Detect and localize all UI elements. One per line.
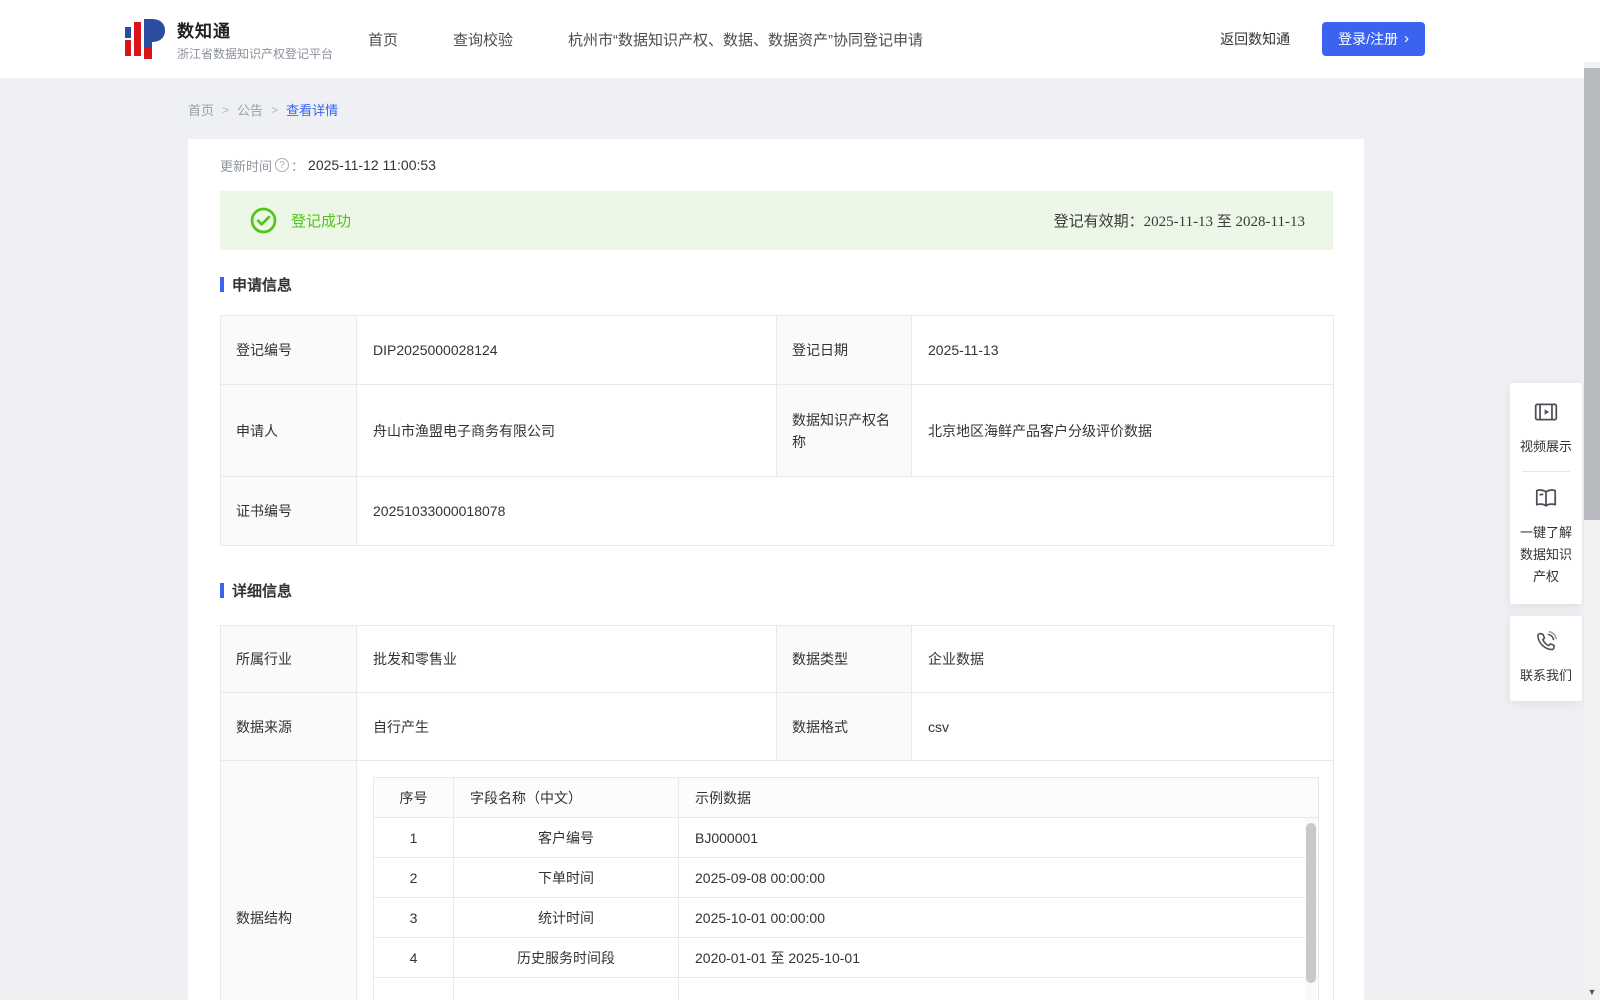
phone-icon	[1534, 630, 1558, 654]
guide-widget[interactable]: 一键了解数据知识产权	[1520, 485, 1572, 588]
brand-name: 数知通	[177, 21, 231, 41]
breadcrumb-separator: >	[271, 102, 279, 117]
accent-bar	[220, 277, 224, 292]
cell-sample: 2020-01-01 至 2025-10-01	[678, 937, 1319, 978]
cell-no: 1	[373, 817, 454, 858]
check-circle-icon	[250, 207, 277, 234]
nav-item-home[interactable]: 首页	[368, 29, 398, 50]
cert-no-value: 20251033000018078	[356, 476, 1334, 546]
table-row: 所属行业 批发和零售业 数据类型 企业数据	[220, 625, 1334, 693]
breadcrumb-separator: >	[222, 102, 230, 117]
industry-label: 所属行业	[220, 625, 357, 693]
video-widget[interactable]: 视频展示	[1520, 399, 1572, 458]
dip-name-value: 北京地区海鲜产品客户分级评价数据	[911, 384, 1334, 477]
table-row: 3 统计时间 2025-10-01 00:00:00	[373, 897, 1319, 938]
contact-widget-label: 联系我们	[1520, 668, 1573, 683]
applicant-label: 申请人	[220, 384, 357, 477]
success-banner: 登记成功 登记有效期：2025-11-13 至 2028-11-13	[220, 191, 1333, 250]
accent-bar	[220, 583, 224, 598]
nav-item-hangzhou-collab[interactable]: 杭州市“数据知识产权、数据、数据资产”协同登记申请	[568, 29, 923, 50]
data-type-value: 企业数据	[911, 625, 1334, 693]
cell-sample: 2025-09-08 00:00:00	[678, 857, 1319, 898]
registration-status-text: 登记成功	[291, 213, 352, 230]
update-time-colon: ：	[291, 158, 305, 174]
cell-field: 历史服务时间段	[453, 937, 679, 978]
section-title-detail: 详细信息	[220, 580, 1333, 601]
reg-date-label: 登记日期	[776, 315, 912, 385]
breadcrumb-item-announcement[interactable]: 公告	[237, 100, 263, 119]
video-widget-label: 视频展示	[1520, 439, 1573, 454]
detail-card: 更新时间 ? ： 2025-11-12 11:00:53 登记成功 登记有效期：…	[188, 139, 1364, 1000]
update-time-value: 2025-11-12 11:00:53	[308, 157, 436, 173]
page-scrollbar-thumb[interactable]	[1584, 68, 1600, 520]
help-icon[interactable]: ?	[275, 158, 290, 172]
brand: 数知通 浙江省数据知识产权登记平台	[125, 17, 333, 62]
top-header: 数知通 浙江省数据知识产权登记平台 首页 查询校验 杭州市“数据知识产权、数据、…	[0, 0, 1600, 78]
source-value: 自行产生	[356, 692, 777, 761]
structure-label: 数据结构	[220, 760, 357, 1000]
reg-no-label: 登记编号	[220, 315, 357, 385]
breadcrumb-item-detail[interactable]: 查看详情	[286, 100, 338, 119]
breadcrumb: 首页 > 公告 > 查看详情	[188, 100, 1600, 119]
breadcrumb-item-home[interactable]: 首页	[188, 100, 214, 119]
validity-value: 2025-11-13 至 2028-11-13	[1143, 214, 1305, 230]
applicant-value: 舟山市渔盟电子商务有限公司	[356, 384, 777, 477]
book-icon	[1533, 485, 1559, 511]
data-structure-table: 序号 字段名称（中文） 示例数据 1 客户编号 BJ000001 2 下单时间	[373, 777, 1319, 1000]
update-time-label: 更新时间	[220, 158, 273, 174]
cert-no-label: 证书编号	[220, 476, 357, 546]
reg-no-value: DIP2025000028124	[356, 315, 777, 385]
application-info-table: 登记编号 DIP2025000028124 登记日期 2025-11-13 申请…	[220, 315, 1334, 546]
nav-item-query-verify[interactable]: 查询校验	[453, 29, 513, 50]
cell-field: 下单时间	[453, 857, 679, 898]
detail-info-table: 所属行业 批发和零售业 数据类型 企业数据 数据来源 自行产生 数据格式 csv…	[220, 625, 1334, 1000]
reg-date-value: 2025-11-13	[911, 315, 1334, 385]
section-title-application: 申请信息	[220, 274, 1333, 295]
divider	[1522, 471, 1570, 472]
login-register-button[interactable]: 登录/注册 ›	[1322, 22, 1425, 56]
table-row: 2 下单时间 2025-09-08 00:00:00	[373, 857, 1319, 898]
col-header-sample: 示例数据	[678, 777, 1319, 818]
chevron-right-icon: ›	[1404, 29, 1409, 47]
table-row	[373, 977, 1319, 1000]
table-row: 4 历史服务时间段 2020-01-01 至 2025-10-01	[373, 937, 1319, 978]
data-structure-table-wrap: 序号 字段名称（中文） 示例数据 1 客户编号 BJ000001 2 下单时间	[373, 777, 1319, 1000]
update-time-line: 更新时间 ? ： 2025-11-12 11:00:53	[220, 154, 1333, 176]
table-header-row: 序号 字段名称（中文） 示例数据	[373, 777, 1319, 818]
table-row: 1 客户编号 BJ000001	[373, 817, 1319, 858]
floating-card-top: 视频展示 一键了解数据知识产权	[1510, 383, 1582, 604]
col-header-no: 序号	[373, 777, 454, 818]
table-row: 数据结构 序号 字段名称（中文） 示例数据 1 客户编号 BJ000001 2 …	[220, 760, 1334, 1000]
main-nav: 首页 查询校验 杭州市“数据知识产权、数据、数据资产”协同登记申请	[368, 29, 923, 50]
cell-field: 统计时间	[453, 897, 679, 938]
cell-no: 2	[373, 857, 454, 898]
industry-value: 批发和零售业	[356, 625, 777, 693]
validity-label: 登记有效期：	[1053, 214, 1144, 230]
table-row: 申请人 舟山市渔盟电子商务有限公司 数据知识产权名称 北京地区海鲜产品客户分级评…	[220, 384, 1334, 477]
cell-no: 3	[373, 897, 454, 938]
cell-no: 4	[373, 937, 454, 978]
guide-widget-label: 一键了解数据知识产权	[1520, 525, 1573, 584]
validity-period: 登记有效期：2025-11-13 至 2028-11-13	[1054, 210, 1305, 231]
cell-sample: 2025-10-01 00:00:00	[678, 897, 1319, 938]
logo-icon	[125, 17, 165, 61]
dip-name-label: 数据知识产权名称	[776, 384, 912, 477]
brand-subtitle: 浙江省数据知识产权登记平台	[177, 46, 334, 61]
contact-widget[interactable]: 联系我们	[1510, 616, 1582, 701]
scroll-down-arrow-icon[interactable]: ▼	[1585, 987, 1599, 997]
source-label: 数据来源	[220, 692, 357, 761]
floating-widgets: 视频展示 一键了解数据知识产权 联系我们	[1510, 383, 1582, 701]
back-to-shuzhitong-link[interactable]: 返回数知通	[1220, 29, 1290, 49]
cell-sample: BJ000001	[678, 817, 1319, 858]
video-icon	[1533, 399, 1559, 425]
format-value: csv	[911, 692, 1334, 761]
table-row: 登记编号 DIP2025000028124 登记日期 2025-11-13	[220, 315, 1334, 385]
col-header-field-name: 字段名称（中文）	[453, 777, 679, 818]
cell-field: 客户编号	[453, 817, 679, 858]
data-type-label: 数据类型	[776, 625, 912, 693]
table-row: 数据来源 自行产生 数据格式 csv	[220, 692, 1334, 761]
inner-scrollbar-thumb[interactable]	[1306, 823, 1316, 983]
format-label: 数据格式	[776, 692, 912, 761]
table-row: 证书编号 20251033000018078	[220, 476, 1334, 546]
